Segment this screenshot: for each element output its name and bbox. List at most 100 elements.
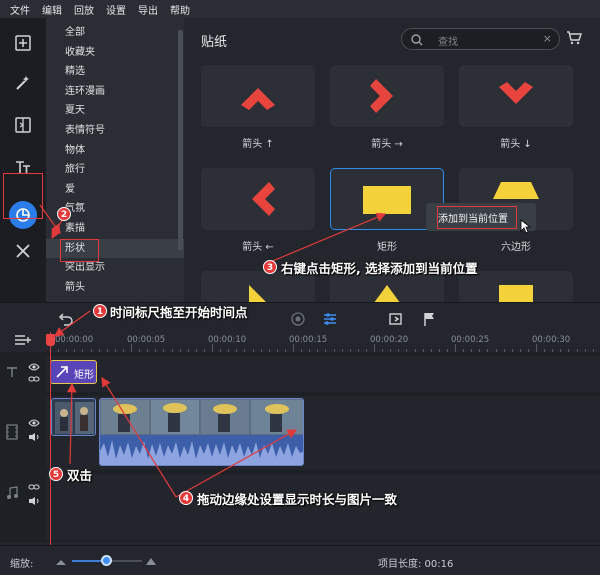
category-objects[interactable]: 物体 [46,141,184,161]
sticker-clip[interactable]: 矩形 [50,360,97,384]
annotation-box-shapes [60,239,99,262]
arrow-diagonal-icon [56,366,68,378]
video-thumbnail [52,399,95,435]
menu-file[interactable]: 文件 [10,2,30,17]
ruler-tick [131,344,132,352]
menu-playback[interactable]: 回放 [74,2,94,17]
sticker-label: 箭头 → [371,139,403,150]
menu-settings[interactable]: 设置 [106,2,126,17]
ruler-label: 00:00:00 [55,335,94,345]
magic-wand-icon [16,76,29,90]
add-track-icon[interactable] [14,333,32,347]
undo-icon[interactable] [58,311,74,327]
category-scrollbar[interactable] [178,30,183,250]
link-icon[interactable] [28,374,40,384]
tools-icon [16,244,30,258]
chevron-right-icon [370,79,393,113]
ruler-label: 00:00:10 [208,335,247,345]
import-button[interactable] [7,28,39,58]
category-love[interactable]: 爱 [46,180,184,200]
annotation-number: 1 [93,304,107,318]
category-summer[interactable]: 夏天 [46,101,184,121]
crop-icon[interactable] [388,311,404,327]
speaker-icon[interactable] [28,432,40,442]
annotation-text: 时间标尺拖至开始时间点 [110,305,248,320]
chevron-down-icon [499,82,533,104]
eye-icon[interactable] [28,362,40,372]
adjust-icon[interactable] [322,311,338,327]
sticker-arrow-right[interactable] [330,65,444,127]
speaker-icon[interactable] [28,496,40,506]
sticker-arrow-down[interactable] [459,65,573,127]
video-clip[interactable] [51,398,96,436]
annotation-box-context [437,206,517,229]
link-icon[interactable] [28,482,40,492]
text-track-icon [7,367,17,377]
category-sketch[interactable]: 素描 [46,219,184,239]
ruler-label: 00:00:20 [370,335,409,345]
menu-edit[interactable]: 编辑 [42,2,62,17]
menu-export[interactable]: 导出 [138,2,158,17]
video-clip[interactable] [99,398,304,466]
category-featured[interactable]: 精选 [46,62,184,82]
ruler-tick [536,344,537,352]
timeline-ruler[interactable]: 00:00:00 00:00:05 00:00:10 00:00:15 00:0… [46,332,600,352]
ruler-label: 00:00:30 [532,335,571,345]
clip-label: 矩形 [74,370,94,381]
annotation-text: 右键点击矩形, 选择添加到当前位置 [281,261,478,276]
ruler-label: 00:00:15 [289,335,328,345]
category-all[interactable]: 全部 [46,23,184,43]
music-note-icon [7,486,18,499]
ruler-tick [455,344,456,352]
flag-icon[interactable] [422,311,438,327]
cart-icon[interactable] [566,30,582,46]
app-window: 文件 编辑 回放 设置 导出 帮助 全部 收藏夹 精选 连环漫画 夏天 表情符号… [0,0,600,575]
playhead-line[interactable] [50,332,51,575]
zoom-out-icon[interactable] [55,555,67,567]
ruler-tick [212,344,213,352]
ruler-tick [293,344,294,352]
zoom-slider-handle[interactable] [101,555,112,566]
annotation-number: 4 [179,491,193,505]
annotation-number: 3 [263,260,277,274]
sticker-arrow-left[interactable] [201,168,315,230]
annotation-text: 拖动边缘处设置显示时长与图片一致 [197,492,398,507]
clear-icon[interactable]: × [543,32,552,45]
playhead-handle[interactable] [46,334,55,346]
stabilize-icon[interactable] [290,311,306,327]
ruler-label: 00:00:25 [451,335,490,345]
chevron-up-icon [241,88,275,110]
search-placeholder: 查找 [438,37,458,48]
effects-button[interactable] [7,68,39,98]
search-input[interactable]: 查找 × [401,28,560,50]
transitions-button[interactable] [7,110,39,140]
sticker-arrow-up[interactable] [201,65,315,127]
mouse-cursor-icon [520,219,531,234]
project-length: 项目长度: 00:16 [378,559,454,570]
menu-help[interactable]: 帮助 [170,2,190,17]
status-bar: 缩放: 项目长度: 00:16 [0,545,600,575]
chevron-left-icon [252,182,275,216]
sticker-label: 六边形 [501,242,531,253]
film-track-icon [6,424,18,440]
annotation-number: 2 [57,207,71,221]
category-emoji[interactable]: 表情符号 [46,121,184,141]
video-thumbnail [100,399,303,465]
category-arrows[interactable]: 箭头 [46,278,184,298]
category-favorites[interactable]: 收藏夹 [46,43,184,63]
ruler-label: 00:00:05 [127,335,166,345]
eye-icon[interactable] [28,418,40,428]
sticker-label: 箭头 ← [242,242,274,253]
annotation-number: 5 [49,467,63,481]
sticker-label: 箭头 ↑ [242,139,274,150]
category-comics[interactable]: 连环漫画 [46,82,184,102]
title-track[interactable] [46,356,600,392]
menu-bar: 文件 编辑 回放 设置 导出 帮助 [0,0,600,18]
zoom-label: 缩放: [10,559,34,570]
more-tools-button[interactable] [7,236,39,266]
category-travel[interactable]: 旅行 [46,160,184,180]
search-icon [411,34,423,46]
panel-title: 贴纸 [201,35,228,50]
zoom-in-icon[interactable] [145,555,157,567]
annotation-text: 双击 [67,468,93,483]
